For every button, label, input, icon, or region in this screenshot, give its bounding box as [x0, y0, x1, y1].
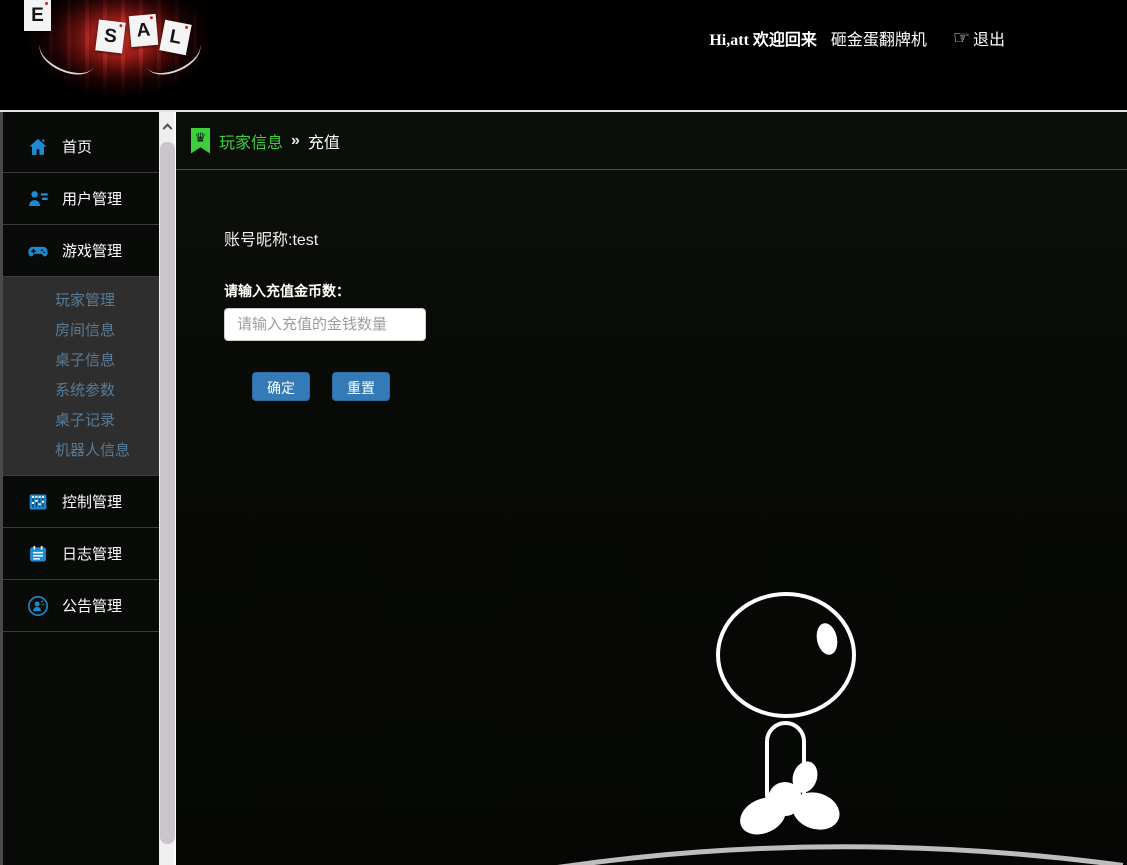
sidebar-item-log-management[interactable]: 日志管理 — [3, 528, 159, 580]
sale-logo: S A L E — [24, 0, 216, 102]
sidebar-item-control-management[interactable]: 控制管理 — [3, 476, 159, 528]
sidebar-item-label: 日志管理 — [62, 543, 122, 564]
recharge-amount-input[interactable] — [224, 308, 426, 341]
breadcrumb-section[interactable]: 玩家信息 — [219, 129, 283, 153]
game-management-submenu: 玩家管理 房间信息 桌子信息 系统参数 桌子记录 机器人信息 — [3, 277, 159, 476]
logo-letter: A — [136, 19, 152, 42]
hand-icon: ☞ — [953, 27, 970, 50]
scroll-up-button[interactable] — [159, 112, 176, 138]
breadcrumb-current: 充值 — [308, 129, 340, 153]
sidebar-subitem-table-info[interactable]: 桌子信息 — [3, 346, 159, 376]
users-icon — [27, 188, 49, 210]
gamepad-icon — [27, 240, 49, 262]
main-layout: 首页 用户管理 游戏管理 玩家管理 房间信息 桌子信息 系统参数 桌子记录 机器… — [0, 110, 1127, 865]
greeting-text: Hi,att 欢迎回来 — [709, 26, 817, 50]
breadcrumb-separator-icon: » — [291, 132, 300, 150]
app-name-link[interactable]: 砸金蛋翻牌机 — [831, 26, 927, 50]
sidebar-subitem-player-management[interactable]: 玩家管理 — [3, 286, 159, 316]
sidebar-item-home[interactable]: 首页 — [3, 121, 159, 173]
section-badge-icon: ♛ — [191, 128, 210, 154]
sidebar-scrollbar[interactable] — [159, 112, 176, 865]
home-icon — [27, 136, 49, 158]
logo-letter: E — [31, 5, 44, 27]
announcement-icon — [27, 595, 49, 617]
sidebar-subitem-table-records[interactable]: 桌子记录 — [3, 406, 159, 436]
logout-link[interactable]: ☞ 退出 — [953, 26, 1005, 50]
logo-card-a: A — [129, 14, 159, 47]
nickname-value: test — [292, 232, 318, 249]
sidebar-item-announcement-management[interactable]: 公告管理 — [3, 580, 159, 632]
confirm-button[interactable]: 确定 — [252, 372, 310, 401]
sidebar-item-label: 首页 — [62, 136, 92, 157]
logo-card-s: S — [95, 19, 126, 53]
sidebar-subitem-robot-info[interactable]: 机器人信息 — [3, 436, 159, 466]
sidebar-item-label: 用户管理 — [62, 188, 122, 209]
log-list-icon — [27, 543, 49, 565]
sidebar-item-user-management[interactable]: 用户管理 — [3, 173, 159, 225]
sidebar-item-label: 控制管理 — [62, 491, 122, 512]
nickname-label: 账号昵称: — [224, 232, 292, 249]
top-header: S A L E Hi,att 欢迎回来 砸金蛋翻牌机 ☞ 退出 — [0, 0, 1127, 110]
mascot-graphic — [176, 545, 1123, 865]
sidebar-item-game-management[interactable]: 游戏管理 — [3, 225, 159, 277]
sidebar-item-label: 公告管理 — [62, 595, 122, 616]
amount-label: 请输入充值金币数： — [224, 281, 1127, 301]
sidebar-item-label: 游戏管理 — [62, 240, 122, 261]
form-buttons: 确定 重置 — [252, 372, 1127, 401]
logout-label: 退出 — [973, 26, 1005, 50]
sidebar-subitem-system-params[interactable]: 系统参数 — [3, 376, 159, 406]
recharge-form: 账号昵称:test 请输入充值金币数： 确定 重置 — [176, 170, 1127, 401]
control-sliders-icon — [27, 491, 49, 513]
reset-button[interactable]: 重置 — [332, 372, 390, 401]
account-nickname: 账号昵称:test — [224, 226, 1127, 250]
logo-letter: S — [103, 25, 118, 48]
chevron-up-icon — [163, 123, 173, 133]
top-nav: Hi,att 欢迎回来 砸金蛋翻牌机 ☞ 退出 — [709, 26, 1005, 50]
sidebar-subitem-room-info[interactable]: 房间信息 — [3, 316, 159, 346]
breadcrumb: ♛ 玩家信息 » 充值 — [176, 112, 1127, 170]
sidebar-nav: 首页 用户管理 游戏管理 玩家管理 房间信息 桌子信息 系统参数 桌子记录 机器… — [0, 112, 159, 865]
crown-glyph: ♛ — [195, 128, 207, 147]
scrollbar-thumb[interactable] — [160, 142, 175, 844]
main-content-area: ♛ 玩家信息 » 充值 账号昵称:test 请输入充值金币数： 确定 重置 — [176, 112, 1127, 865]
logo-card-e: E — [24, 0, 51, 31]
